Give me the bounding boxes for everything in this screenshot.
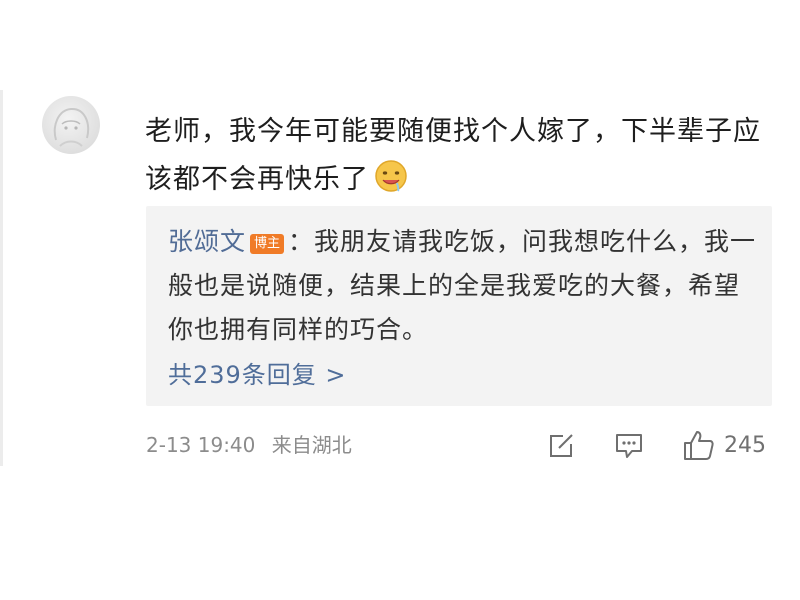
reply-content: 张颂文 博主 ：我朋友请我吃饭，问我想吃什么，我一般也是说随便，结果上的全是我爱吃的… — [168, 220, 758, 352]
share-icon — [550, 434, 573, 457]
reply-box[interactable]: 张颂文 博主 ：我朋友请我吃饭，问我想吃什么，我一般也是说随便，结果上的全是我爱吃的… — [146, 206, 772, 406]
comment-body: 老师，我今年可能要随便找个人嫁了，下半辈子应该都不会再快乐了 — [145, 108, 775, 210]
action-bar: 245 — [0, 426, 800, 466]
like-button[interactable]: 245 — [682, 429, 766, 461]
avatar-icon — [53, 107, 90, 147]
avatar[interactable] — [42, 96, 100, 154]
view-replies-link[interactable]: 共239条回复 > — [168, 358, 347, 392]
share-button[interactable] — [547, 432, 575, 460]
comment-text: 老师，我今年可能要随便找个人嫁了，下半辈子应该都不会再快乐了 — [145, 116, 761, 195]
author-badge: 博主 — [250, 234, 285, 254]
like-count: 245 — [724, 432, 766, 458]
drooling-face-icon — [373, 158, 409, 210]
thumbs-up-icon — [684, 431, 714, 460]
card-left-edge — [0, 90, 3, 466]
reply-separator: ： — [288, 227, 315, 256]
comment-button[interactable] — [614, 432, 644, 460]
comment-icon — [616, 434, 642, 458]
reply-author-link[interactable]: 张颂文 — [168, 227, 246, 256]
